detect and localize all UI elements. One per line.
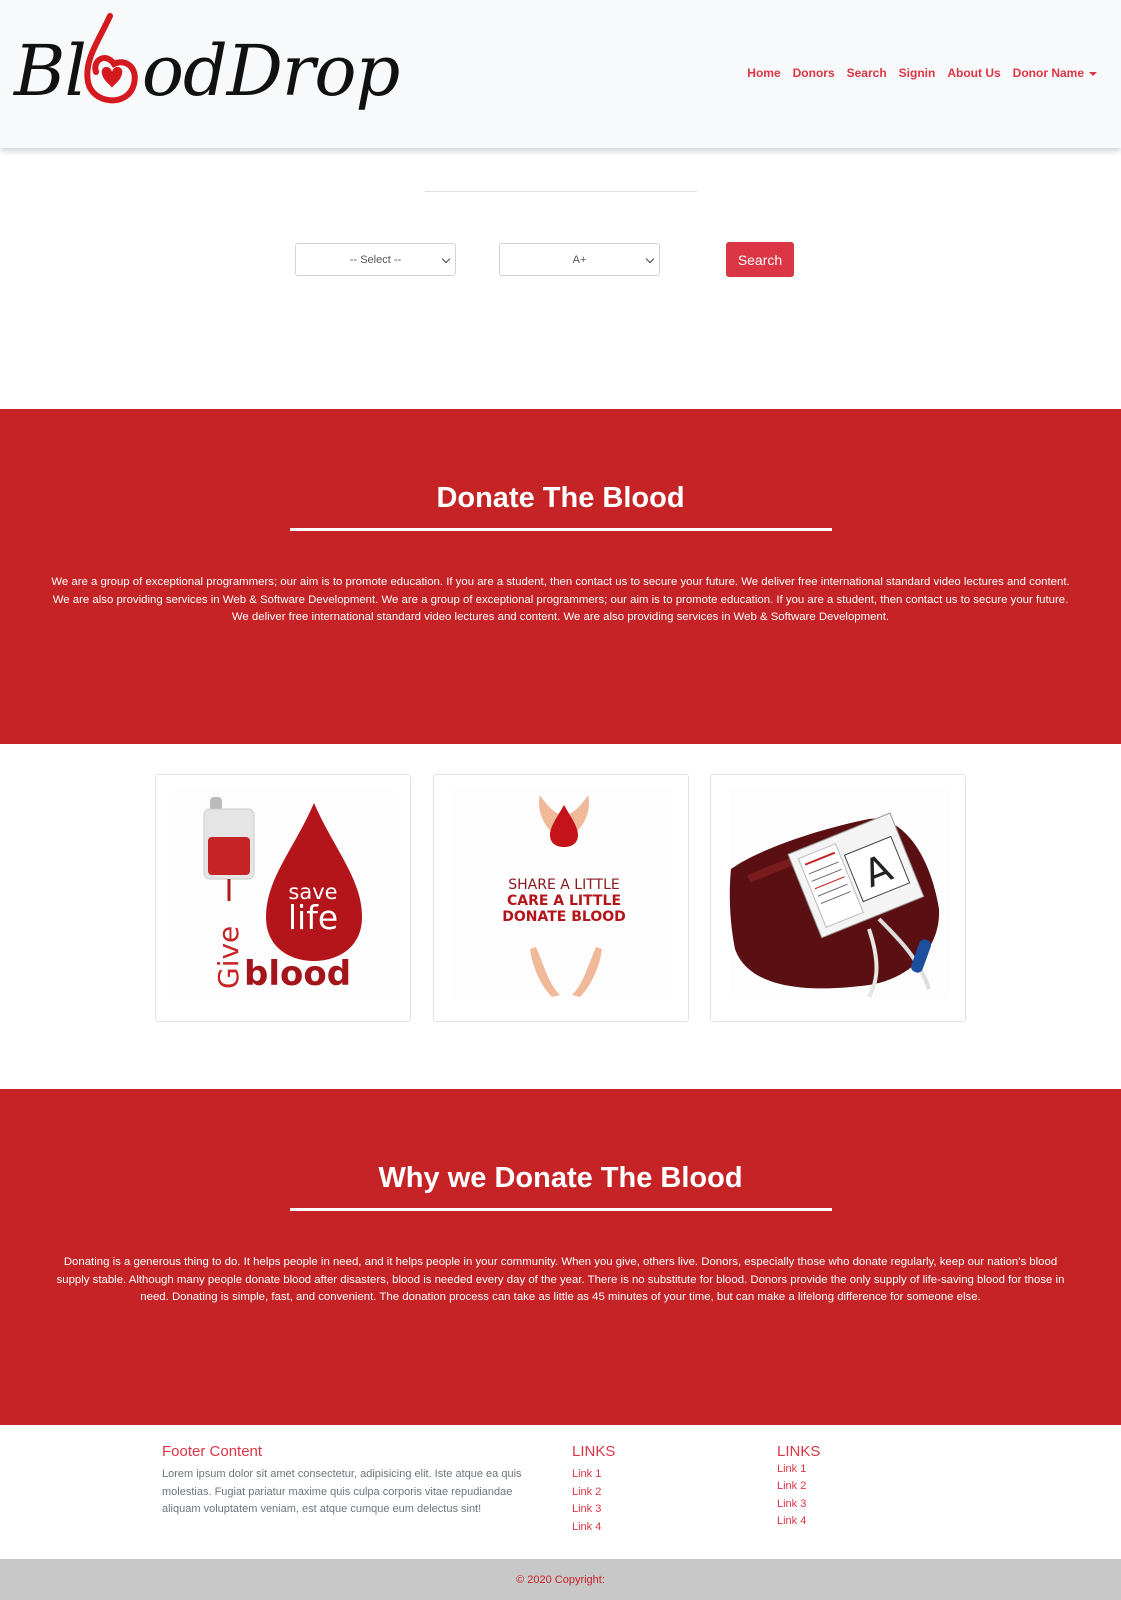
why-section-title: Why we Donate The Blood — [378, 1162, 743, 1194]
nav-signin[interactable]: Signin — [893, 66, 942, 80]
donor-name-label: Donor Name — [1012, 66, 1084, 80]
card-text-share: SHARE A LITTLE — [508, 877, 619, 893]
footer-link-1[interactable]: Link 1 — [572, 1468, 601, 1480]
caret-down-icon — [1089, 71, 1097, 76]
donate-section-text: We are a group of exceptional programmer… — [51, 576, 1070, 623]
divider — [425, 191, 697, 192]
city-select[interactable]: -- Select -- — [295, 243, 456, 276]
footer-link-2[interactable]: Link 2 — [572, 1486, 601, 1498]
image-card-share-care: SHARE A LITTLE CARE A LITTLE DONATE BLOO… — [433, 774, 689, 1022]
copyright-text: © 2020 Copyright: — [516, 1573, 605, 1586]
image-card-save-life: save life blood Give — [155, 774, 411, 1022]
navbar: Bl odDrop Home Donors Search Signin About… — [0, 0, 1121, 148]
footer-link-3[interactable]: Link 3 — [777, 1498, 806, 1510]
why-section-text: Donating is a generous thing to do. It h… — [56, 1256, 1065, 1303]
footer-text: Lorem ipsum dolor sit amet consectetur, … — [162, 1468, 522, 1515]
blood-group-select-value: A+ — [572, 253, 587, 266]
footer-title: Footer Content — [162, 1443, 263, 1460]
card-text-care: CARE A LITTLE — [507, 893, 621, 909]
chevron-down-icon — [645, 254, 655, 264]
footer-link-1[interactable]: Link 1 — [777, 1463, 806, 1475]
give-blood-save-life-image: save life blood Give — [174, 789, 394, 999]
donate-section: Donate The Blood We are a group of excep… — [0, 409, 1121, 744]
nav-about-us[interactable]: About Us — [941, 66, 1006, 80]
title-underline — [290, 528, 832, 531]
blood-group-select[interactable]: A+ — [499, 243, 660, 276]
title-underline — [290, 1208, 832, 1211]
copyright-bar: © 2020 Copyright: — [0, 1559, 1121, 1600]
blood-bag-image: A — [729, 789, 949, 999]
nav-home[interactable]: Home — [741, 66, 786, 80]
card-text-life: life — [288, 898, 338, 937]
share-care-donate-image: SHARE A LITTLE CARE A LITTLE DONATE BLOO… — [452, 789, 672, 999]
footer-link-3[interactable]: Link 3 — [572, 1503, 601, 1515]
brand-logo[interactable]: Bl odDrop — [14, 12, 400, 122]
card-text-blood: blood — [244, 954, 351, 994]
card-text-donate: DONATE BLOOD — [502, 909, 626, 925]
footer-link-4[interactable]: Link 4 — [572, 1521, 601, 1533]
donate-section-title: Donate The Blood — [436, 482, 685, 514]
nav-donor-name-dropdown[interactable]: Donor Name — [1007, 66, 1103, 80]
chevron-down-icon — [441, 254, 451, 264]
main-nav: Home Donors Search Signin About Us Donor… — [741, 66, 1103, 80]
footer-link-2[interactable]: Link 2 — [777, 1480, 806, 1492]
search-button[interactable]: Search — [726, 242, 794, 277]
blood-drop-heart-icon — [84, 13, 138, 104]
nav-donors[interactable]: Donors — [787, 66, 841, 80]
footer-links-title: LINKS — [777, 1443, 821, 1460]
footer-links-title: LINKS — [572, 1443, 616, 1460]
why-donate-section: Why we Donate The Blood Donating is a ge… — [0, 1089, 1121, 1425]
city-select-value: -- Select -- — [349, 253, 402, 266]
footer-link-4[interactable]: Link 4 — [777, 1515, 806, 1527]
image-card-blood-bag: A — [710, 774, 966, 1022]
nav-search[interactable]: Search — [841, 66, 893, 80]
card-text-give: Give — [212, 926, 245, 989]
